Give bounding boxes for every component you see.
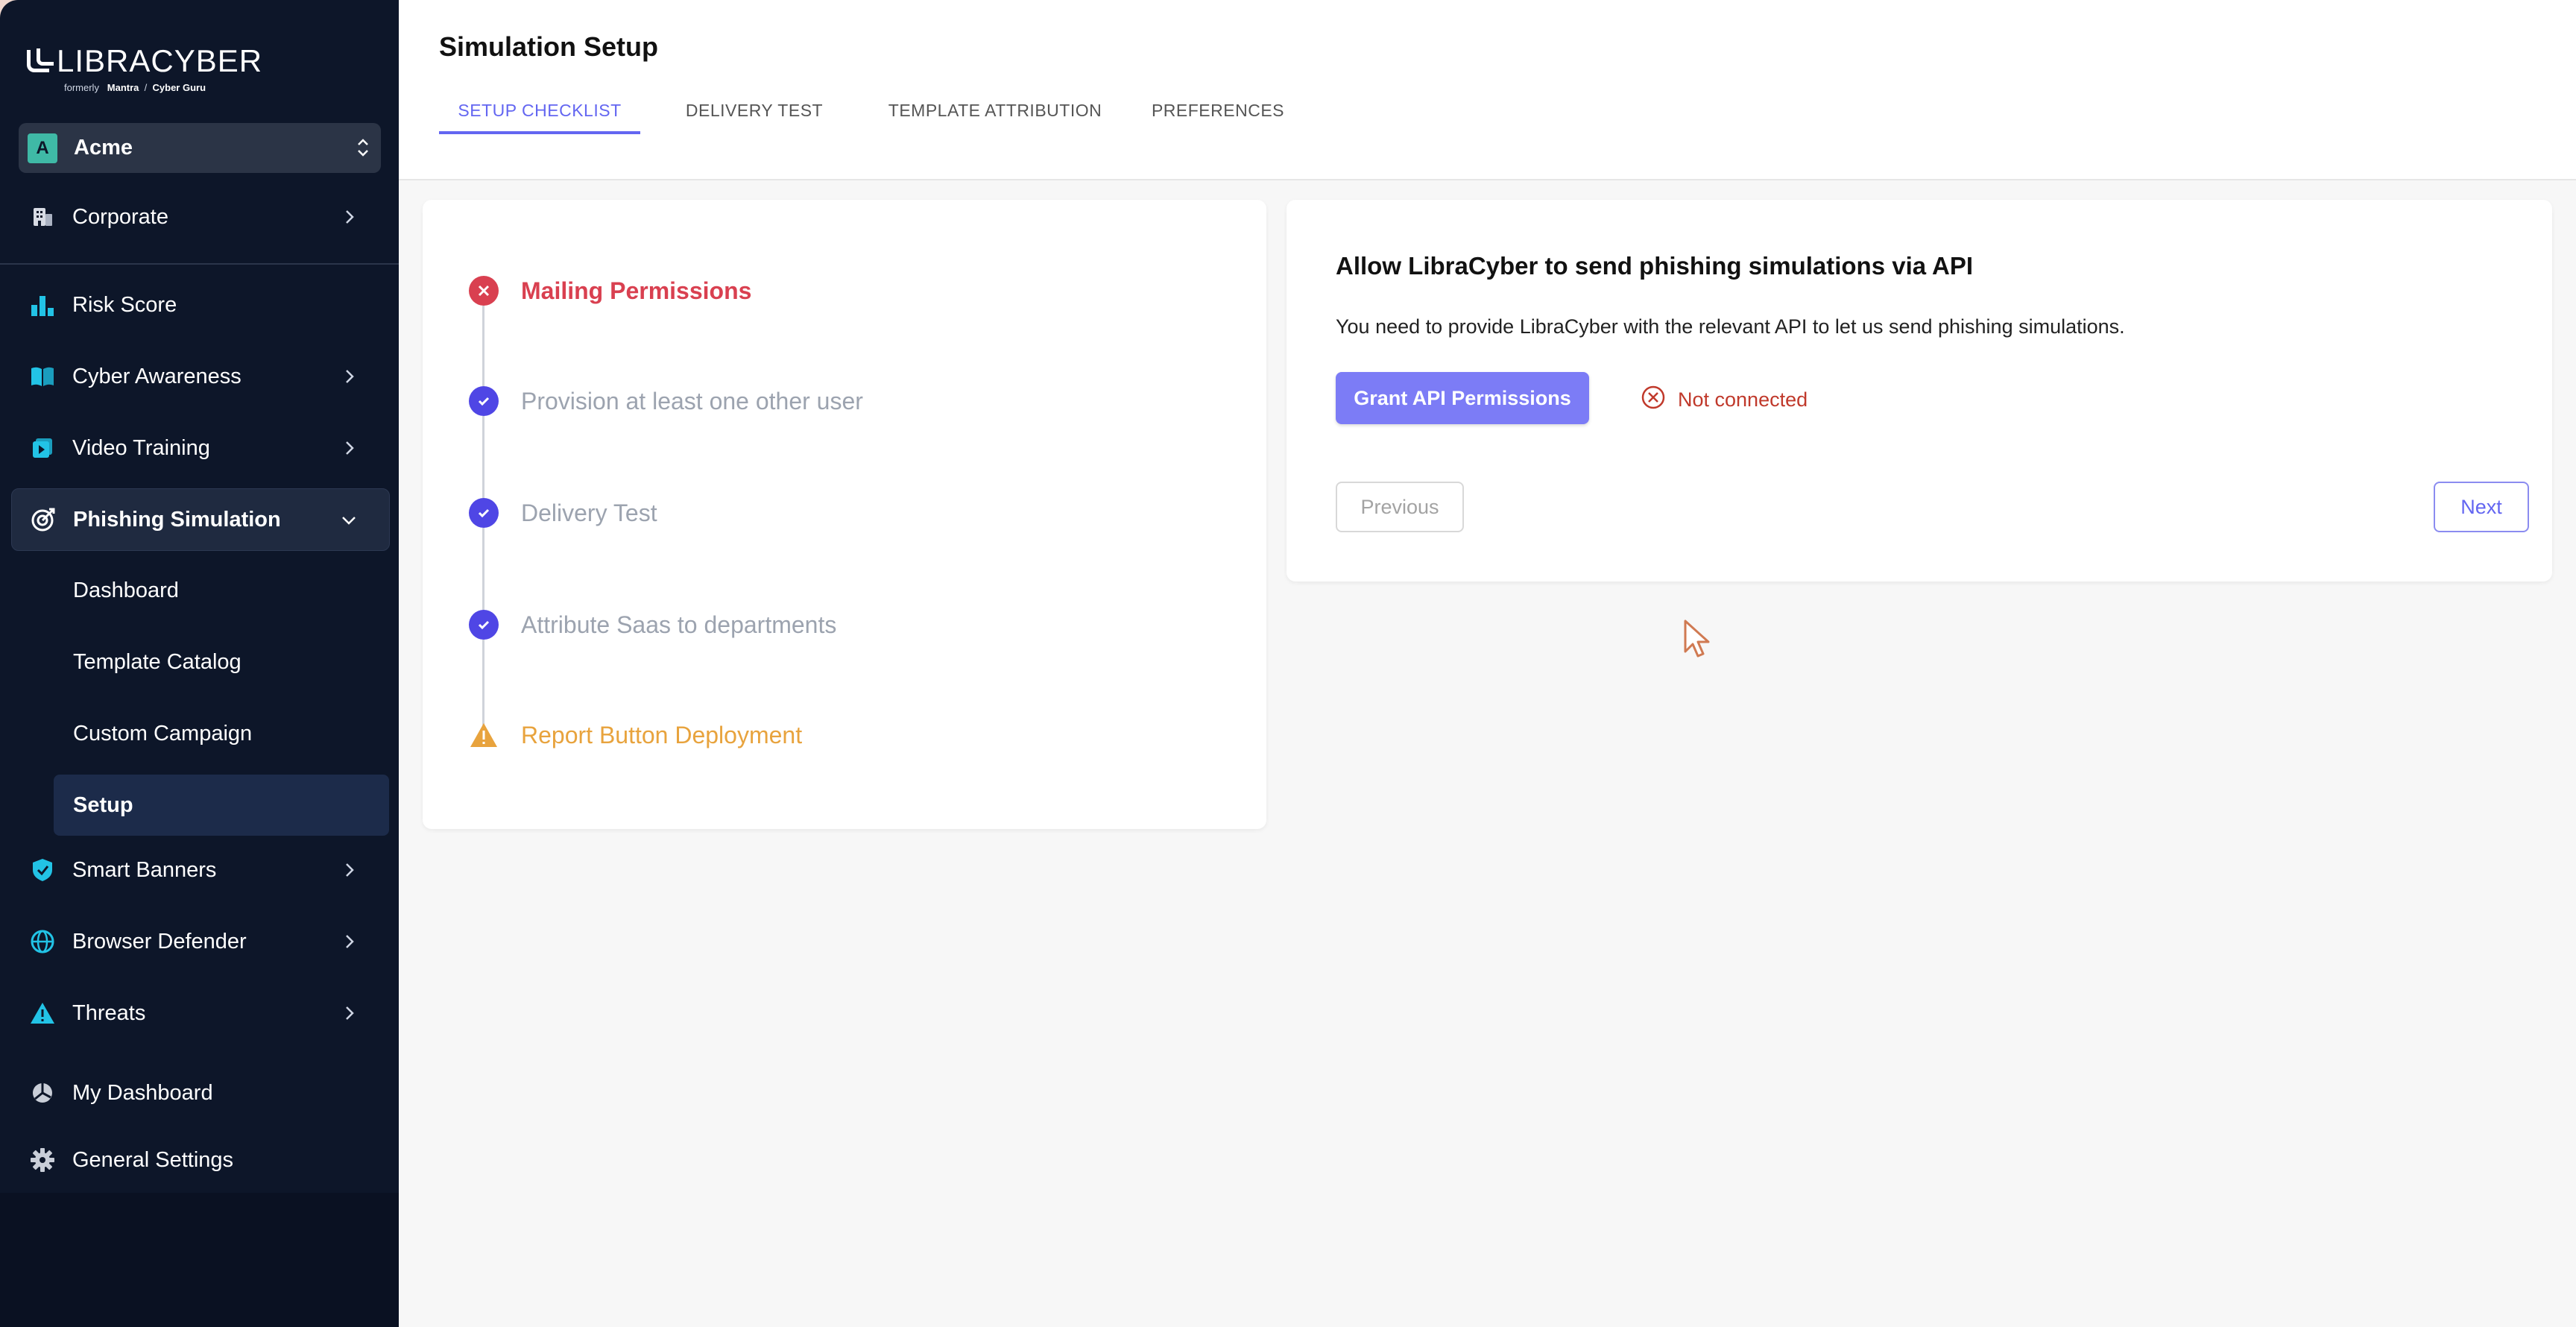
brand-logo[interactable]: LIBRACYBER formerly Mantra / Cyber Guru: [27, 43, 273, 95]
step-connector: [482, 416, 484, 505]
brand-name: LIBRACYBER: [57, 43, 263, 78]
page-header: Simulation Setup SETUP CHECKLIST DELIVER…: [399, 0, 2576, 180]
sidebar-item-corporate[interactable]: Corporate: [11, 186, 390, 248]
sidebar-item-label: Smart Banners: [72, 857, 217, 882]
sidebar-item-label: Browser Defender: [72, 929, 247, 954]
next-button[interactable]: Next: [2434, 482, 2529, 532]
shield-icon: [28, 855, 57, 885]
sidebar-subitem-custom-campaign[interactable]: Custom Campaign: [54, 703, 389, 764]
org-selector[interactable]: A Acme: [19, 123, 381, 173]
tab-setup-checklist[interactable]: SETUP CHECKLIST: [439, 86, 640, 134]
sidebar: LIBRACYBER formerly Mantra / Cyber Guru …: [0, 0, 399, 1327]
error-icon: [469, 276, 499, 306]
chevron-right-icon: [339, 366, 360, 387]
warning-icon: [28, 998, 57, 1028]
sidebar-item-label: General Settings: [72, 1147, 234, 1172]
tab-template-attribution[interactable]: TEMPLATE ATTRIBUTION: [868, 86, 1122, 134]
video-icon: [28, 433, 57, 463]
chevron-right-icon: [339, 860, 360, 880]
sidebar-item-browser-defender[interactable]: Browser Defender: [11, 910, 390, 973]
sidebar-item-general-settings[interactable]: General Settings: [11, 1129, 390, 1191]
tab-delivery-test[interactable]: DELIVERY TEST: [655, 86, 853, 134]
sidebar-footer: [0, 1193, 399, 1327]
page-title: Simulation Setup: [439, 31, 659, 62]
step-mailing-permissions[interactable]: Mailing Permissions: [469, 276, 751, 306]
step-connector: [482, 640, 484, 728]
chevron-right-icon: [339, 438, 360, 458]
panel-description: You need to provide LibraCyber with the …: [1336, 315, 2125, 338]
sidebar-divider: [0, 263, 399, 265]
org-avatar: A: [28, 133, 57, 163]
sidebar-item-video-training[interactable]: Video Training: [11, 417, 390, 479]
sidebar-item-label: Threats: [72, 1000, 146, 1025]
step-label: Report Button Deployment: [521, 721, 803, 748]
brand-formerly: formerly Mantra / Cyber Guru: [64, 82, 206, 93]
chevron-down-icon: [338, 510, 359, 531]
chevron-right-icon: [339, 931, 360, 952]
chevron-up-down-icon: [356, 136, 370, 159]
step-attribute-saas[interactable]: Attribute Saas to departments: [469, 610, 836, 640]
org-name: Acme: [74, 136, 133, 160]
bar-chart-icon: [28, 290, 57, 320]
book-icon: [28, 362, 57, 391]
check-icon: [469, 386, 499, 416]
step-label: Provision at least one other user: [521, 387, 863, 415]
connection-status: Not connected: [1641, 385, 1808, 415]
panel-title: Allow LibraCyber to send phishing simula…: [1336, 252, 1974, 280]
building-icon: [28, 202, 57, 232]
step-delivery-test[interactable]: Delivery Test: [469, 498, 657, 528]
setup-checklist-card: Mailing Permissions Provision at least o…: [423, 200, 1266, 829]
sidebar-item-label: Cyber Awareness: [72, 364, 242, 388]
status-text: Not connected: [1678, 388, 1808, 411]
check-icon: [469, 610, 499, 640]
active-tab-indicator: [439, 131, 640, 134]
sidebar-item-threats[interactable]: Threats: [11, 982, 390, 1044]
check-icon: [469, 498, 499, 528]
step-label: Delivery Test: [521, 499, 657, 526]
previous-button[interactable]: Previous: [1336, 482, 1464, 532]
target-icon: [28, 505, 58, 535]
main-content: Simulation Setup SETUP CHECKLIST DELIVER…: [399, 0, 2576, 1327]
sidebar-item-label: My Dashboard: [72, 1080, 213, 1105]
sidebar-item-risk-score[interactable]: Risk Score: [11, 274, 390, 336]
sidebar-subitem-template-catalog[interactable]: Template Catalog: [54, 631, 389, 693]
sidebar-item-label: Risk Score: [72, 292, 177, 317]
sidebar-item-my-dashboard[interactable]: My Dashboard: [11, 1062, 390, 1124]
step-connector: [482, 306, 484, 395]
warning-icon: [469, 720, 499, 750]
gear-icon: [28, 1145, 57, 1175]
sidebar-subitem-dashboard[interactable]: Dashboard: [54, 560, 389, 621]
sidebar-subitem-setup[interactable]: Setup: [54, 775, 389, 836]
step-provision-user[interactable]: Provision at least one other user: [469, 386, 863, 416]
step-report-button[interactable]: Report Button Deployment: [469, 720, 802, 750]
sidebar-item-smart-banners[interactable]: Smart Banners: [11, 839, 390, 901]
step-label: Attribute Saas to departments: [521, 611, 837, 638]
sidebar-item-label: Corporate: [72, 204, 168, 229]
grant-api-permissions-button[interactable]: Grant API Permissions: [1336, 372, 1589, 424]
dashboard-icon: [28, 1078, 57, 1108]
sidebar-item-label: Video Training: [72, 435, 210, 460]
logo-mark-icon: [27, 48, 54, 72]
chevron-right-icon: [339, 207, 360, 227]
api-permissions-card: Allow LibraCyber to send phishing simula…: [1287, 200, 2552, 581]
step-label: Mailing Permissions: [521, 277, 752, 304]
sidebar-item-phishing-simulation[interactable]: Phishing Simulation: [11, 488, 390, 551]
tab-preferences[interactable]: PREFERENCES: [1137, 86, 1299, 134]
globe-icon: [28, 927, 57, 956]
chevron-right-icon: [339, 1003, 360, 1024]
sidebar-item-cyber-awareness[interactable]: Cyber Awareness: [11, 345, 390, 408]
x-circle-icon: [1641, 385, 1666, 415]
sidebar-item-label: Phishing Simulation: [73, 507, 281, 532]
mouse-cursor-icon: [1683, 619, 1713, 661]
step-connector: [482, 528, 484, 617]
